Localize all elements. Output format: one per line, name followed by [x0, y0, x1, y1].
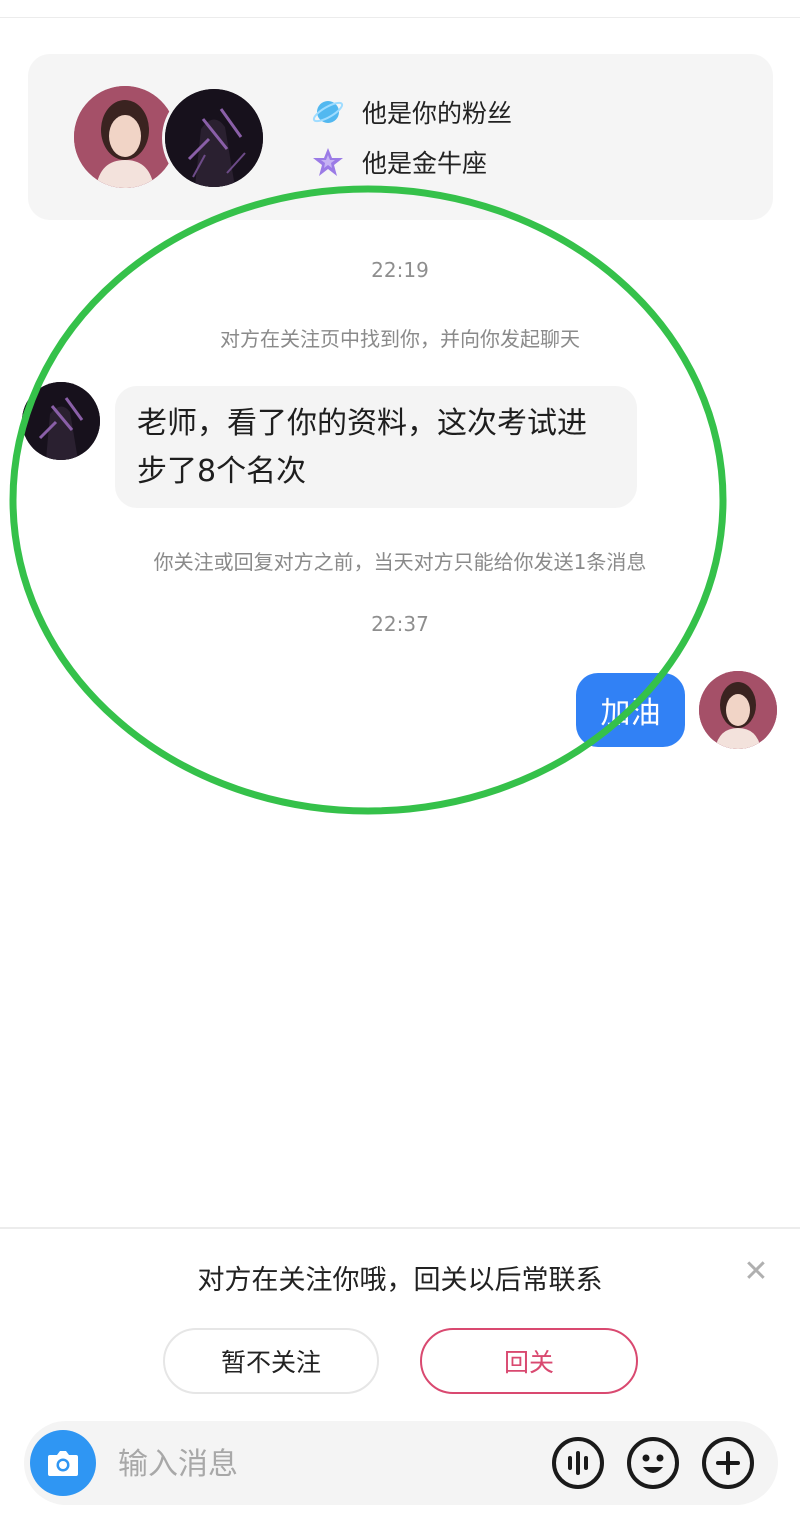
- incoming-message-line-1: 老师，看了你的资料，这次考试进: [137, 406, 587, 441]
- close-icon[interactable]: ✕: [740, 1256, 772, 1288]
- camera-icon[interactable]: [30, 1430, 96, 1496]
- system-notice-2: 你关注或回复对方之前，当天对方只能给你发送1条消息: [153, 550, 647, 574]
- tag-fan: 他是你的粉丝: [312, 94, 512, 130]
- my-avatar[interactable]: [74, 86, 176, 188]
- voice-icon[interactable]: [551, 1436, 605, 1490]
- planet-icon: [312, 96, 344, 128]
- star-icon: [312, 146, 344, 178]
- incoming-avatar[interactable]: [22, 382, 100, 460]
- outgoing-message-bubble[interactable]: 加油: [576, 673, 685, 747]
- tag-fan-label: 他是你的粉丝: [362, 99, 513, 128]
- incoming-message-line-2: 步了8个名次: [137, 454, 307, 489]
- header-divider: [0, 17, 800, 18]
- plus-icon[interactable]: [701, 1436, 755, 1490]
- timestamp-2: 22:37: [371, 612, 429, 636]
- prompt-divider: [0, 1227, 800, 1229]
- follow-back-button[interactable]: 回关: [420, 1328, 638, 1394]
- follow-prompt-text: 对方在关注你哦，回关以后常联系: [197, 1265, 603, 1296]
- system-notice-1: 对方在关注页中找到你，并向你发起聊天: [220, 327, 580, 351]
- tag-zodiac: 他是金牛座: [312, 144, 487, 180]
- contact-avatar[interactable]: [162, 86, 266, 190]
- incoming-message-bubble[interactable]: 老师，看了你的资料，这次考试进 步了8个名次: [115, 386, 637, 508]
- timestamp-1: 22:19: [371, 258, 429, 282]
- skip-follow-button[interactable]: 暂不关注: [163, 1328, 379, 1394]
- my-avatar-small[interactable]: [699, 671, 777, 749]
- tag-zodiac-label: 他是金牛座: [362, 149, 488, 178]
- emoji-icon[interactable]: [626, 1436, 680, 1490]
- message-input[interactable]: [118, 1438, 538, 1490]
